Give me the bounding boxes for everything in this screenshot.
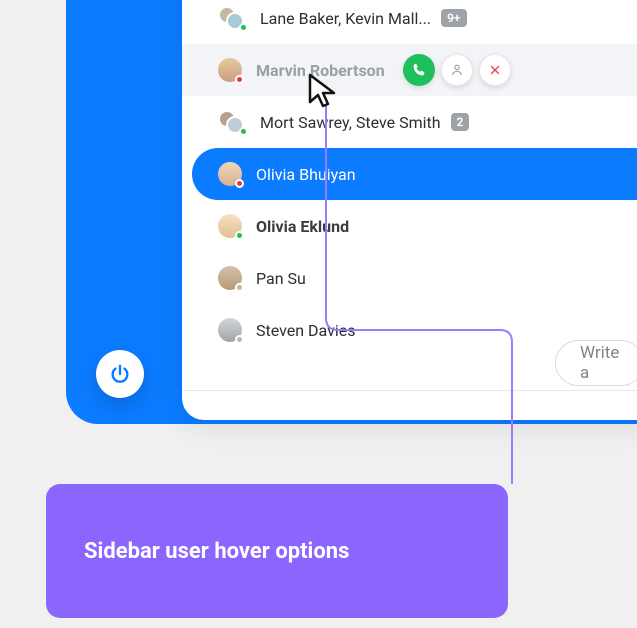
contact-name: Pan Su bbox=[256, 269, 306, 288]
contact-name: Steven Davies bbox=[256, 321, 356, 340]
contact-row[interactable]: Olivia Eklund bbox=[182, 200, 637, 252]
compose-placeholder: Write a bbox=[580, 343, 619, 383]
avatar bbox=[218, 266, 242, 290]
contact-name: Lane Baker, Kevin Mall... bbox=[260, 9, 431, 28]
avatar bbox=[218, 318, 242, 342]
avatar-group bbox=[218, 6, 246, 30]
compose-input[interactable]: Write a bbox=[555, 340, 637, 386]
avatar bbox=[218, 214, 242, 238]
contact-name: Mort Sawrey, Steve Smith bbox=[260, 113, 441, 132]
phone-icon bbox=[411, 62, 427, 78]
contacts-list: Lane Baker, Kevin Mall... 9+ Marvin Robe… bbox=[182, 0, 637, 356]
contact-name: Marvin Robertson bbox=[256, 61, 385, 80]
contact-row-group[interactable]: Lane Baker, Kevin Mall... 9+ bbox=[182, 0, 637, 44]
unread-badge: 9+ bbox=[441, 9, 466, 27]
contact-row-selected[interactable]: Olivia Bhuiyan bbox=[192, 148, 637, 200]
contact-row[interactable]: Pan Su bbox=[182, 252, 637, 304]
close-icon bbox=[488, 63, 502, 77]
avatar bbox=[218, 58, 242, 82]
unread-badge: 2 bbox=[451, 113, 470, 131]
person-icon bbox=[449, 62, 465, 78]
power-icon bbox=[109, 363, 131, 385]
annotation-callout: Sidebar user hover options bbox=[46, 484, 508, 618]
power-button[interactable] bbox=[96, 350, 144, 398]
contact-name: Olivia Bhuiyan bbox=[256, 165, 356, 184]
contact-row-hovered[interactable]: Marvin Robertson bbox=[182, 44, 637, 96]
dismiss-button[interactable] bbox=[479, 54, 511, 86]
callout-text: Sidebar user hover options bbox=[84, 539, 349, 564]
profile-button[interactable] bbox=[441, 54, 473, 86]
contact-row-group[interactable]: Mort Sawrey, Steve Smith 2 bbox=[182, 96, 637, 148]
hover-actions bbox=[403, 54, 511, 86]
avatar-group bbox=[218, 110, 246, 134]
avatar bbox=[218, 162, 242, 186]
call-button[interactable] bbox=[403, 54, 435, 86]
list-divider bbox=[182, 390, 637, 391]
contact-name: Olivia Eklund bbox=[256, 217, 349, 236]
